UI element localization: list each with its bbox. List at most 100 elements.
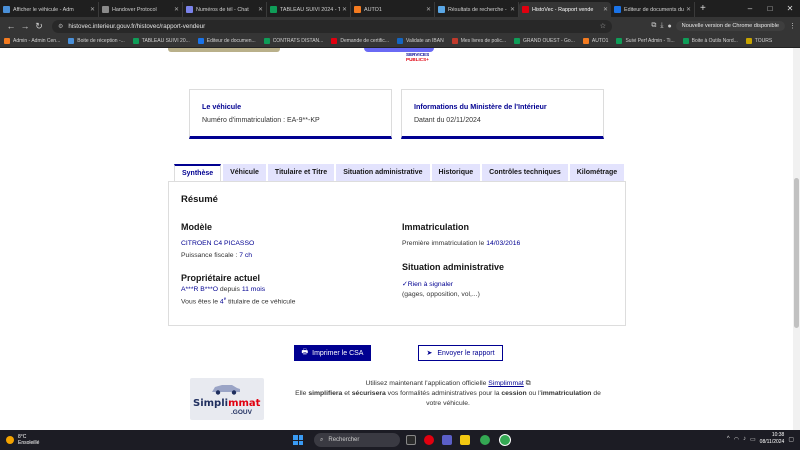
browser-tab[interactable]: Afficher le véhicule - Adm ✕ — [0, 2, 99, 17]
p2h: immatriculation — [540, 390, 592, 397]
tab-close-icon[interactable]: ✕ — [90, 6, 95, 13]
bookmark-star-icon[interactable]: ☆ — [600, 22, 606, 30]
tab-close-icon[interactable]: ✕ — [174, 6, 179, 13]
opera-icon[interactable] — [424, 435, 434, 445]
tab-vehicule[interactable]: Véhicule — [223, 164, 266, 181]
back-icon[interactable]: ← — [4, 21, 18, 31]
tab-kilometrage[interactable]: Kilométrage — [569, 164, 625, 181]
send-label: Envoyer le rapport — [437, 349, 495, 357]
bookmark-item[interactable]: TOURS — [745, 38, 772, 44]
bookmark-label: GRAND OUEST - Go... — [523, 38, 575, 44]
browser-tab-bar: Afficher le véhicule - Adm ✕ Handover Prot… — [0, 0, 800, 17]
chrome-icon[interactable] — [480, 435, 490, 445]
printer-icon: 🖶 — [301, 348, 309, 356]
ministry-card: Informations du Ministère de l'Intérieur… — [401, 89, 604, 139]
tab-favicon-icon — [438, 6, 445, 13]
scrollbar-thumb[interactable] — [794, 178, 799, 328]
tab-close-icon[interactable]: ✕ — [603, 6, 608, 13]
tab-title: AUTO1 — [364, 6, 382, 13]
chrome-update-button[interactable]: Nouvelle version de Chrome disponible — [675, 21, 785, 31]
download-icon[interactable]: ⤓ — [660, 22, 663, 30]
tab-favicon-icon — [614, 6, 621, 13]
chevron-up-icon[interactable]: ^ — [727, 436, 730, 442]
volume-icon[interactable]: ♪ — [743, 436, 746, 442]
browser-tab[interactable]: Handover Protocol ✕ — [99, 2, 183, 17]
profile-icon[interactable]: ● — [667, 23, 671, 30]
bookmark-item[interactable]: Demande de certific... — [331, 38, 389, 44]
tab-close-icon[interactable]: ✕ — [686, 6, 691, 13]
browser-tab[interactable]: Numéros de tél - Chat ✕ — [183, 2, 267, 17]
minimize-icon[interactable]: – — [740, 0, 760, 17]
page-scrollbar[interactable] — [793, 48, 800, 430]
admin-heading: Situation administrative — [402, 262, 505, 272]
bookmark-favicon-icon — [4, 38, 10, 44]
bookmark-item[interactable]: TABLEAU SUIVI 20... — [132, 38, 190, 44]
first-reg-date: 14/03/2016 — [486, 240, 521, 247]
notification-icon[interactable]: ▢ — [788, 436, 794, 443]
bookmark-item[interactable]: Admin - Admin Cen... — [4, 38, 60, 44]
send-report-button[interactable]: ➤ Envoyer le rapport — [418, 345, 503, 361]
new-tab-button[interactable]: + — [695, 3, 711, 14]
maximize-icon[interactable]: □ — [760, 0, 780, 17]
simplimmat-logo[interactable]: Simplimmat .GOUV — [190, 378, 264, 420]
ministry-card-title: Informations du Ministère de l'Intérieur — [414, 102, 547, 111]
tab-controles[interactable]: Contrôles techniques — [482, 164, 568, 181]
bookmark-item[interactable]: GRAND OUEST - Go... — [514, 38, 575, 44]
browser-tab[interactable]: TABLEAU SUIVI 2024 - TO ✕ — [267, 2, 351, 17]
browser-tab[interactable]: Résultats de recherche - ✕ — [435, 2, 519, 17]
first-reg-label: Première immatriculation le — [402, 240, 487, 247]
bookmark-item[interactable]: Mes livres de polic... — [451, 38, 506, 44]
report-tabs: Synthèse Véhicule Titulaire et Titre Sit… — [174, 164, 625, 181]
owner-duration: 11 mois — [241, 286, 266, 293]
tab-situation[interactable]: Situation administrative — [336, 164, 430, 181]
bookmark-item[interactable]: AUTO1 — [582, 38, 608, 44]
bookmark-item[interactable]: Editeur de documen... — [197, 38, 256, 44]
tab-favicon-icon — [522, 6, 529, 13]
admin-status: Rien à signaler — [407, 281, 454, 288]
tab-close-icon[interactable]: ✕ — [258, 6, 263, 13]
tab-historique[interactable]: Historique — [431, 164, 481, 181]
clock[interactable]: 10:38 08/11/2024 — [760, 432, 785, 446]
chrome-active-icon[interactable] — [500, 435, 510, 445]
battery-icon[interactable]: ▭ — [750, 436, 756, 443]
browser-tab[interactable]: AUTO1 ✕ — [351, 2, 435, 17]
task-view-icon[interactable] — [406, 435, 416, 445]
vehicle-card-title: Le véhicule — [202, 102, 242, 111]
browser-tab[interactable]: HistoVec - Rapport vende ✕ — [519, 2, 611, 17]
print-csa-button[interactable]: 🖶 Imprimer le CSA — [294, 345, 371, 361]
tab-close-icon[interactable]: ✕ — [426, 6, 431, 13]
forward-icon[interactable]: → — [18, 21, 32, 31]
registration-number: Numéro d'immatriculation : EA-9**-KP — [202, 117, 320, 124]
taskbar-search[interactable]: ⌕ Rechercher — [314, 433, 400, 447]
p2i: de — [591, 390, 601, 397]
promo-line1-prefix: Utilisez maintenant l'application offici… — [365, 380, 489, 387]
extensions-icon[interactable]: ⧉ — [651, 22, 656, 30]
address-bar[interactable]: ⚙ histovec.interieur.gouv.fr/histovec/ra… — [52, 19, 612, 33]
menu-icon[interactable]: ⋮ — [789, 22, 796, 30]
p2c: et — [342, 390, 352, 397]
simplimmat-link[interactable]: Simplimmat — [488, 380, 524, 387]
tab-title: Numéros de tél - Chat — [196, 6, 249, 13]
tab-synthese[interactable]: Synthèse — [174, 164, 222, 181]
tab-favicon-icon — [354, 6, 361, 13]
close-window-icon[interactable]: ✕ — [780, 0, 800, 17]
tab-titulaire[interactable]: Titulaire et Titre — [267, 164, 335, 181]
site-info-icon[interactable]: ⚙ — [58, 23, 63, 30]
bookmark-favicon-icon — [396, 38, 403, 44]
bookmark-item[interactable]: Boite de réception -... — [68, 38, 125, 44]
file-explorer-icon[interactable] — [460, 435, 470, 445]
tab-close-icon[interactable]: ✕ — [342, 6, 347, 13]
weather-widget[interactable]: 8°C Ensoleillé — [6, 434, 39, 446]
bookmark-item[interactable]: Validate an IBAN — [396, 38, 444, 44]
reload-icon[interactable]: ↻ — [32, 21, 46, 32]
teams-icon[interactable] — [442, 435, 452, 445]
wifi-icon[interactable]: ◠ — [734, 436, 739, 443]
simplimmat-wordmark: Simplimmat — [193, 398, 260, 409]
bookmark-item[interactable]: Boite à Outils Nord... — [682, 38, 738, 44]
windows-start-icon[interactable] — [293, 435, 303, 445]
promo-line-3: votre véhicule. — [426, 400, 470, 407]
tab-close-icon[interactable]: ✕ — [510, 6, 515, 13]
bookmark-item[interactable]: Suivi Perf Admin - Ti... — [616, 38, 675, 44]
bookmark-item[interactable]: CONTRATS DISTAN... — [263, 38, 323, 44]
browser-tab[interactable]: Editeur de documents du ✕ — [611, 2, 695, 17]
